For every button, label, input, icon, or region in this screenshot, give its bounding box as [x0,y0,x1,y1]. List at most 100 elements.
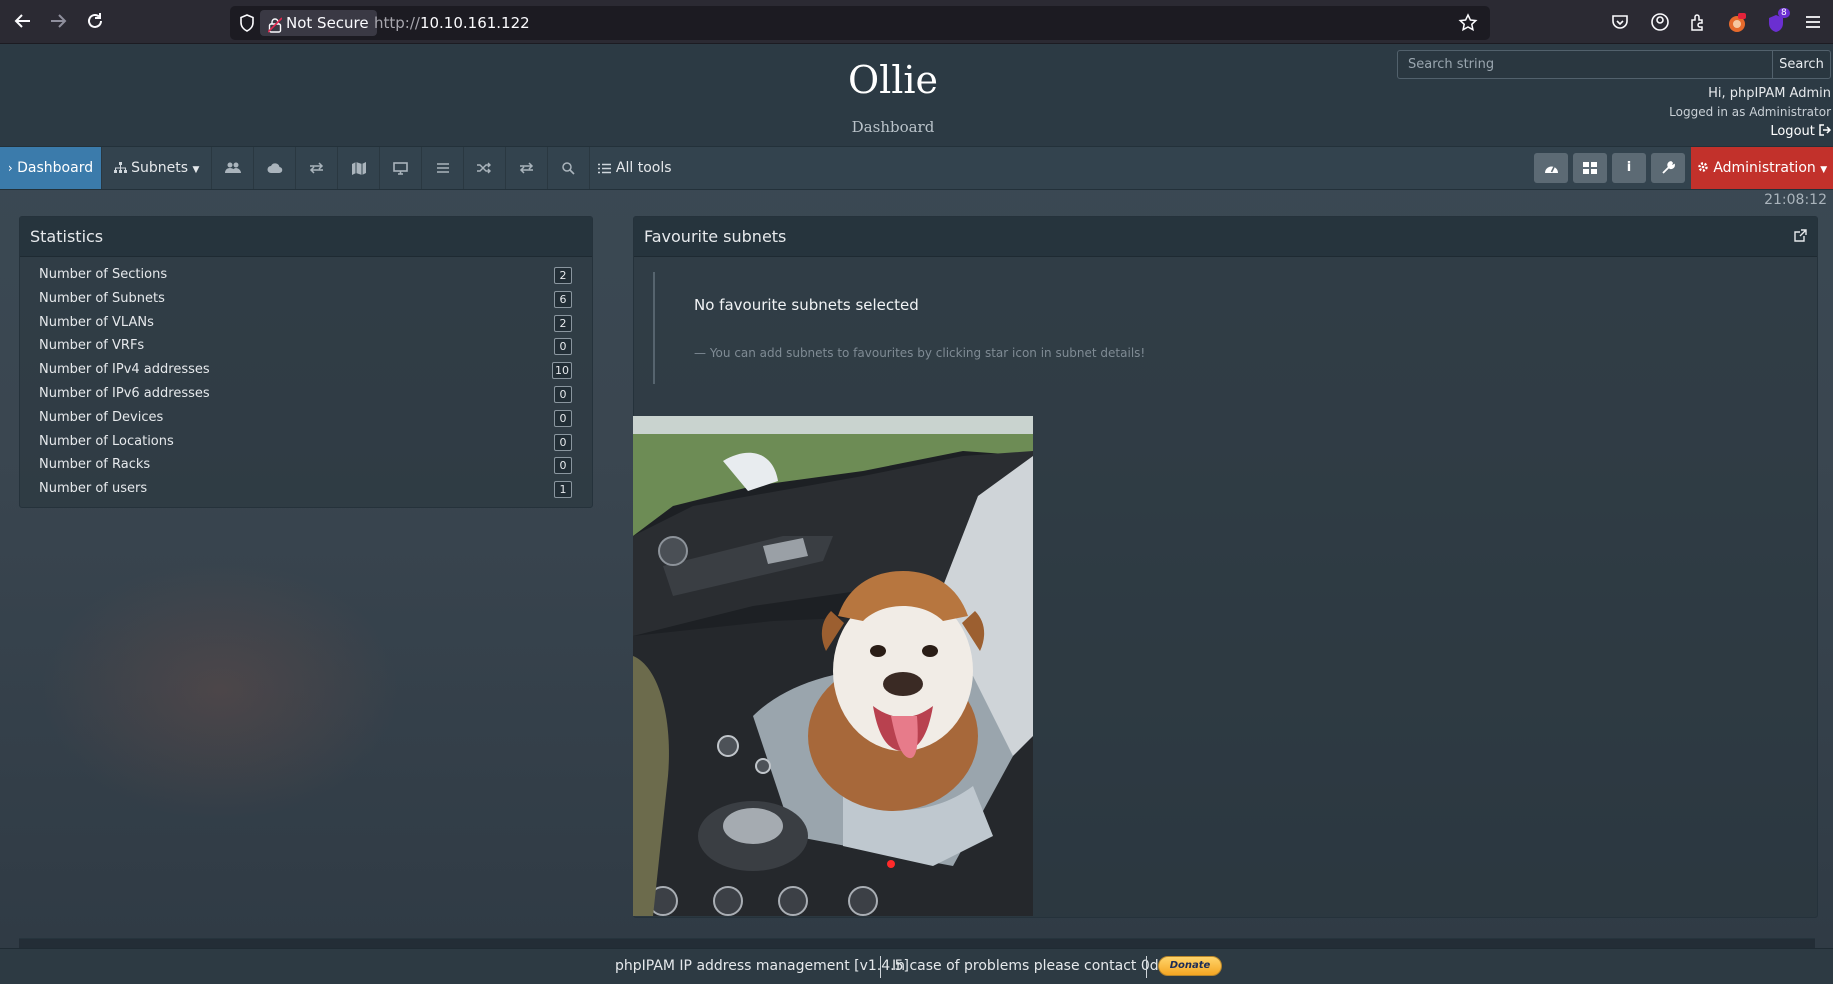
stat-count-badge: 0 [554,338,572,356]
nav-all-tools[interactable]: All tools [590,147,680,189]
nav-desktop-icon[interactable] [380,147,422,189]
back-arrow-icon[interactable] [12,11,34,33]
sitemap-icon [113,160,131,176]
footer-contact-link[interactable]: In case of problems please contact 0day [892,958,1176,974]
stat-count-badge: 0 [554,457,572,475]
no-favourites-message: No favourite subnets selected [694,296,919,314]
nav-dashboard[interactable]: › Dashboard [0,147,102,189]
page-footer: phpIPAM IP address management [v1.4.5] I… [0,948,1833,984]
nav-dashboard-label: Dashboard [17,160,94,176]
stat-label: Number of VRFs [39,338,145,354]
logged-in-as: Logged in as Administrator [1669,105,1831,119]
search-form: Search [1397,50,1831,79]
logout-label: Logout [1770,124,1815,139]
favourite-subnets-title: Favourite subnets [644,227,787,246]
caret-down-icon: ▼ [192,165,200,175]
cog-icon [1697,160,1713,176]
stat-label: Number of Racks [39,457,151,473]
info-icon: i [1626,160,1632,175]
stat-count-badge: 0 [554,433,572,451]
stat-row: Number of VLANs 2 [20,312,592,336]
stat-row: Number of IPv6 addresses 0 [20,383,592,407]
caret-down-icon: ▼ [1820,165,1828,175]
insecure-lock-icon [267,15,283,33]
nav-exchange-icon[interactable] [296,147,338,189]
stat-count-badge: 10 [552,362,572,380]
fox-extension-icon[interactable] [1726,12,1746,32]
stat-row: Number of VRFs 0 [20,335,592,359]
stat-row: Number of Sections 2 [20,264,592,288]
favourite-subnets-heading: Favourite subnets [634,217,1817,257]
clock: 21:08:12 [1764,192,1827,208]
nav-users-icon[interactable] [212,147,254,189]
stat-label: Number of VLANs [39,314,154,330]
info-button[interactable]: i [1612,153,1646,183]
stat-label: Number of Locations [39,433,174,449]
stat-label: Number of IPv4 addresses [39,362,210,378]
administration-label: Administration [1713,160,1816,176]
dashboard-gauge-button[interactable] [1534,153,1568,183]
grid-icon [1583,161,1597,174]
security-label: Not Secure [286,14,369,32]
extensions-icon[interactable] [1688,12,1708,32]
statistics-title: Statistics [20,217,592,257]
tachometer-icon [1544,166,1558,173]
stat-row: Number of Devices 0 [20,407,592,431]
url-text[interactable]: http://10.10.161.122 [374,14,530,32]
footer-app-version: phpIPAM IP address management [v1.4.5] [615,958,909,974]
stat-label: Number of users [39,481,148,497]
stat-label: Number of Devices [39,409,164,425]
nav-map-icon[interactable] [338,147,380,189]
reload-icon[interactable] [84,11,106,33]
pocket-icon[interactable] [1610,12,1630,32]
donate-button[interactable]: Donate [1158,956,1222,976]
stat-row: Number of Subnets 6 [20,288,592,312]
nav-transfer-icon[interactable] [506,147,548,189]
account-icon[interactable] [1650,12,1670,32]
bookmark-star-icon[interactable] [1458,13,1478,33]
stat-row: Number of IPv4 addresses 10 [20,359,592,383]
logout-link[interactable]: Logout [1669,122,1832,141]
stat-count-badge: 1 [554,481,572,499]
stat-count-badge: 6 [554,290,572,308]
nav-list-icon[interactable] [422,147,464,189]
nav-cloud-icon[interactable] [254,147,296,189]
url-protocol: http:// [374,14,420,32]
stat-count-badge: 2 [554,314,572,332]
security-indicator[interactable]: Not Secure [260,10,377,36]
stat-count-badge: 0 [554,409,572,427]
stat-row: Number of users 1 [20,478,592,502]
shield-extension-icon[interactable]: 8 [1765,8,1790,32]
nav-random-icon[interactable] [464,147,506,189]
wrench-icon [1661,161,1675,174]
tools-button[interactable] [1651,153,1685,183]
statistics-panel: Statistics Number of Sections 2 Number of … [19,216,593,508]
main-navbar: › Dashboard Subnets ▼ All tools i Admini… [0,146,1833,190]
shield-icon[interactable] [238,13,258,33]
hamburger-menu-icon[interactable] [1803,12,1823,32]
search-button[interactable]: Search [1772,50,1831,79]
nav-subnets-label: Subnets [131,160,188,176]
sign-out-icon [1819,124,1832,139]
stat-row: Number of Racks 0 [20,454,592,478]
administration-menu[interactable]: Administration ▼ [1691,147,1833,189]
stat-row: Number of Locations 0 [20,431,592,455]
stat-count-badge: 2 [554,267,572,284]
search-input[interactable] [1397,50,1773,79]
nav-search-icon[interactable] [548,147,590,189]
list-icon [598,160,615,176]
url-bar[interactable]: Not Secure http://10.10.161.122 [230,6,1490,40]
nav-all-tools-label: All tools [615,160,672,176]
site-subtitle: Dashboard [851,118,935,136]
stat-label: Number of Subnets [39,290,165,306]
external-link-icon[interactable] [1794,217,1807,257]
stat-label: Number of Sections [39,267,168,282]
user-info: Hi, phpIPAM Admin Logged in as Administr… [1669,84,1832,141]
footer-separator [1146,956,1147,978]
site-header: Ollie Dashboard Search Hi, phpIPAM Admin… [0,44,1833,146]
favourites-blockquote: No favourite subnets selected — You can … [653,272,1655,384]
browser-toolbar: Not Secure http://10.10.161.122 8 [0,0,1833,44]
nav-subnets[interactable]: Subnets ▼ [102,147,212,189]
forward-arrow-icon[interactable] [47,11,69,33]
widgets-button[interactable] [1573,153,1607,183]
